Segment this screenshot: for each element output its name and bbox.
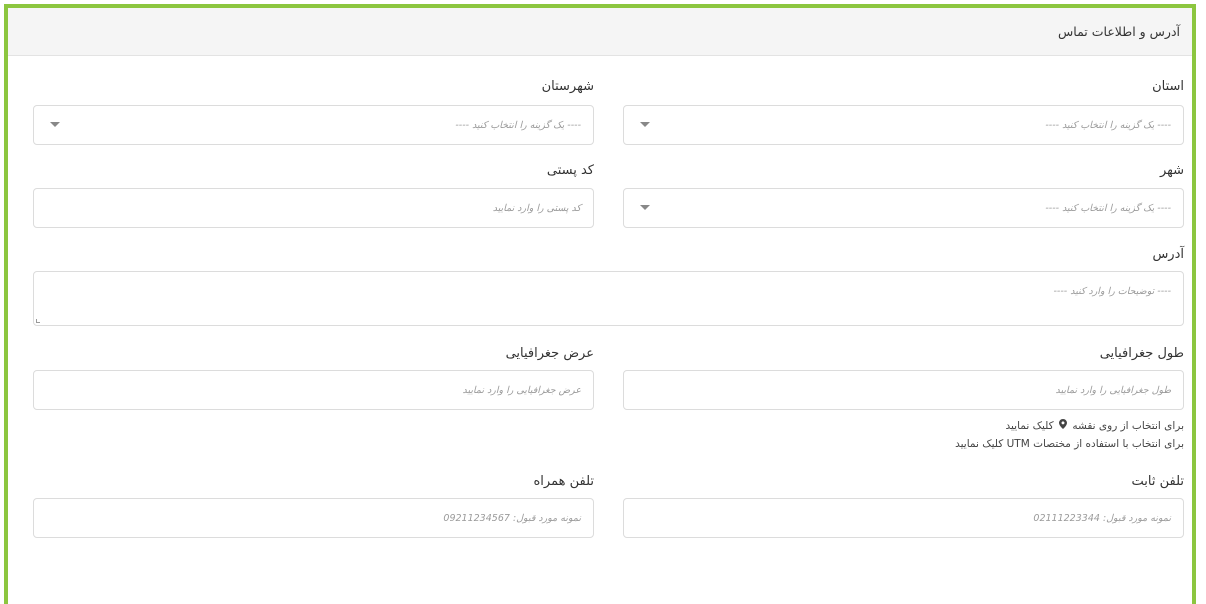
province-placeholder: ---- یک گزینه را انتخاب کنید ---- — [1045, 119, 1171, 131]
city-placeholder: ---- یک گزینه را انتخاب کنید ---- — [1045, 202, 1171, 214]
map-note-after: کلیک نمایید — [1005, 420, 1054, 432]
address-placeholder: ---- توضیحات را وارد کنید ---- — [1053, 286, 1172, 297]
panel-header: آدرس و اطلاعات تماس — [8, 8, 1192, 56]
city-label: شهر — [1159, 163, 1184, 178]
province-select[interactable]: ---- یک گزینه را انتخاب کنید ---- — [623, 105, 1184, 145]
city-select[interactable]: ---- یک گزینه را انتخاب کنید ---- — [623, 188, 1184, 228]
mobile-input[interactable]: نمونه مورد قبول: 09211234567 — [33, 498, 594, 538]
county-placeholder: ---- یک گزینه را انتخاب کنید ---- — [455, 119, 581, 131]
latitude-label: عرض جغرافیایی — [505, 346, 594, 361]
mobile-label: تلفن همراه — [533, 474, 595, 489]
county-label: شهرستان — [541, 79, 594, 94]
address-textarea[interactable]: ---- توضیحات را وارد کنید ---- — [33, 271, 1184, 326]
landline-label: تلفن ثابت — [1131, 474, 1185, 489]
map-select-link[interactable]: برای انتخاب از روی نقشه کلیک نمایید — [1005, 419, 1184, 432]
province-label: استان — [1152, 79, 1184, 94]
postal-code-label: کد پستی — [546, 163, 594, 178]
landline-input[interactable]: نمونه مورد قبول: 02111223344 — [623, 498, 1184, 538]
longitude-placeholder: طول جغرافیایی را وارد نمایید — [1055, 384, 1171, 396]
county-select[interactable]: ---- یک گزینه را انتخاب کنید ---- — [33, 105, 594, 145]
utm-select-link[interactable]: برای انتخاب با استفاده از مختصات UTM کلی… — [955, 438, 1184, 450]
postal-code-placeholder: کد پستی را وارد نمایید — [492, 202, 581, 214]
mobile-placeholder: نمونه مورد قبول: 09211234567 — [443, 512, 581, 524]
postal-code-input[interactable]: کد پستی را وارد نمایید — [33, 188, 594, 228]
map-marker-icon — [1059, 419, 1067, 432]
longitude-label: طول جغرافیایی — [1099, 346, 1184, 361]
caret-down-icon — [640, 122, 650, 127]
address-label: آدرس — [1152, 247, 1184, 262]
panel-title: آدرس و اطلاعات تماس — [1058, 24, 1180, 39]
landline-placeholder: نمونه مورد قبول: 02111223344 — [1033, 512, 1171, 524]
resize-handle[interactable] — [36, 319, 40, 323]
caret-down-icon — [640, 205, 650, 210]
caret-down-icon — [50, 122, 60, 127]
latitude-placeholder: عرض جغرافیایی را وارد نمایید — [462, 384, 581, 396]
longitude-input[interactable]: طول جغرافیایی را وارد نمایید — [623, 370, 1184, 410]
map-note-before: برای انتخاب از روی نقشه — [1072, 420, 1184, 432]
latitude-input[interactable]: عرض جغرافیایی را وارد نمایید — [33, 370, 594, 410]
